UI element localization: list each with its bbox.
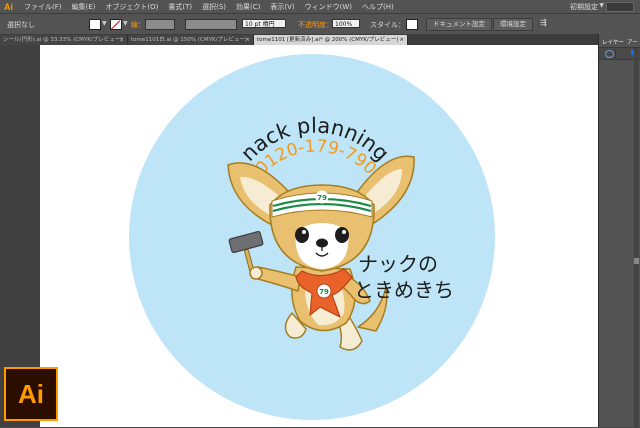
stroke-swatch[interactable]: [110, 19, 122, 30]
brush-size-label: 10 pt 楕円: [245, 21, 275, 28]
menu-effect[interactable]: 効果(C): [231, 2, 265, 12]
close-icon[interactable]: ×: [245, 35, 250, 45]
menu-object[interactable]: オブジェクト(O): [100, 2, 163, 12]
selection-status: 選択なし: [7, 21, 35, 29]
fill-swatch[interactable]: [89, 19, 101, 30]
search-input[interactable]: [606, 2, 634, 12]
menu-select[interactable]: 選択(S): [197, 2, 231, 12]
illustrator-app-icon: Ai: [4, 367, 58, 421]
stroke-weight-field[interactable]: [145, 19, 175, 30]
workspace-switcher[interactable]: 初期設定: [570, 2, 598, 12]
menu-window[interactable]: ウィンドウ(W): [300, 2, 357, 12]
chevron-down-icon[interactable]: ▼: [599, 2, 604, 9]
tab-document-3-active[interactable]: tome1101 [更新済み].ai* @ 200% (CMYK/プレビュー) ×: [254, 35, 408, 45]
layers-panel: レイヤー アートボ: [598, 34, 640, 428]
headband-badge-text: 79: [317, 194, 327, 202]
scarf-badge-text: 79: [319, 288, 329, 296]
tab-label: tome1101 [更新済み].ai* @ 200% (CMYK/プレビュー): [257, 37, 399, 43]
dog-eye-left: [295, 227, 309, 243]
arrange-documents-icon[interactable]: ⇶: [540, 18, 547, 27]
control-bar: 選択なし ▼ ▼ 線： 10 pt 楕円 不透明度： 100% スタイル： ドキ…: [0, 13, 640, 35]
close-icon[interactable]: ×: [399, 35, 404, 45]
menu-view[interactable]: 表示(V): [265, 2, 299, 12]
tab-layers[interactable]: レイヤー: [602, 38, 624, 46]
app-icon-label: Ai: [18, 379, 44, 409]
dog-eye-right-highlight: [342, 230, 346, 234]
slogan-line-2: ときめきち: [354, 278, 454, 302]
menu-file[interactable]: ファイル(F): [19, 2, 67, 12]
document-tab-bar: シール(円形).ai @ 33.33% (CMYK/プレビュー) × tome11…: [0, 34, 598, 45]
menu-bar: Ai ファイル(F) 編集(E) オブジェクト(O) 書式(T) 選択(S) 効…: [0, 0, 640, 13]
brush-definition-field[interactable]: 10 pt 楕円: [242, 19, 286, 28]
tab-document-1[interactable]: シール(円形).ai @ 33.33% (CMYK/プレビュー) ×: [0, 35, 128, 45]
app-logo: Ai: [4, 1, 13, 12]
artboard-canvas[interactable]: nack planning 0120-179-790 79 79 ナックの とき…: [40, 45, 598, 427]
divider: [615, 49, 616, 59]
menu-type[interactable]: 書式(T): [163, 2, 197, 12]
preferences-button[interactable]: 環境設定: [493, 18, 533, 31]
dog-eye-right: [335, 227, 349, 243]
dog-eye-left-highlight: [302, 230, 306, 234]
variable-width-field[interactable]: [185, 19, 237, 30]
graphic-style-swatch[interactable]: [406, 19, 418, 30]
tab-document-2[interactable]: tome1101白.ai @ 150% (CMYK/プレビュー) ×: [128, 35, 254, 45]
opacity-field[interactable]: 100%: [332, 19, 360, 28]
dog-nose: [316, 238, 328, 248]
slogan-line-1: ナックの: [358, 252, 438, 276]
eye-icon[interactable]: [605, 50, 614, 58]
panel-scrollbar[interactable]: [634, 48, 639, 428]
close-icon[interactable]: ×: [119, 35, 124, 45]
opacity-value: 100%: [335, 21, 353, 28]
panel-tabs: レイヤー アートボ: [599, 38, 640, 54]
scrollbar-thumb[interactable]: [634, 258, 639, 264]
style-label: スタイル：: [370, 21, 405, 29]
dog-paw-left: [249, 266, 263, 280]
stroke-label[interactable]: 線：: [131, 20, 145, 30]
menu-edit[interactable]: 編集(E): [67, 2, 101, 12]
tab-label: tome1101白.ai @ 150% (CMYK/プレビュー): [131, 37, 248, 43]
artwork: nack planning 0120-179-790 79 79 ナックの とき…: [129, 54, 495, 420]
menu-help[interactable]: ヘルプ(H): [357, 2, 399, 12]
document-setup-button[interactable]: ドキュメント設定: [426, 18, 492, 31]
opacity-label[interactable]: 不透明度：: [298, 20, 333, 30]
chevron-down-icon[interactable]: ▼: [123, 20, 128, 27]
tab-label: シール(円形).ai @ 33.33% (CMYK/プレビュー): [3, 37, 123, 43]
chevron-down-icon[interactable]: ▼: [102, 20, 107, 27]
